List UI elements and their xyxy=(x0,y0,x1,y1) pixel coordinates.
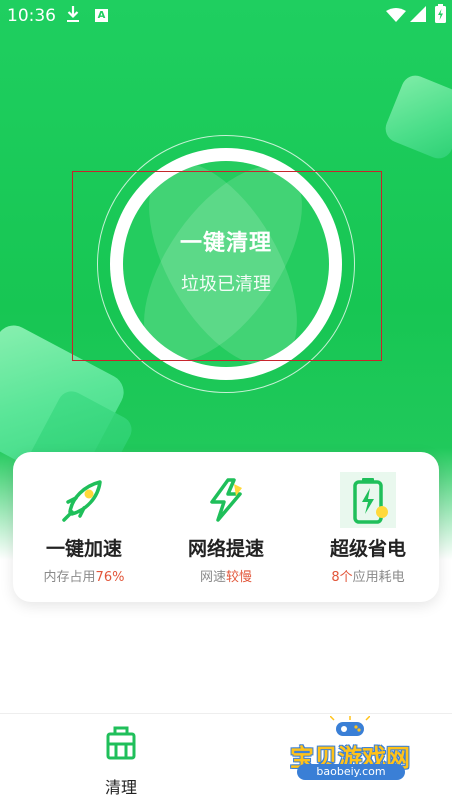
gamepad-icon xyxy=(330,716,370,736)
wifi-icon xyxy=(386,8,406,22)
feature-desc: 8个应用耗电 xyxy=(331,570,405,585)
download-icon xyxy=(67,6,79,22)
watermark-url: baobeiy.com xyxy=(297,764,405,780)
battery-charging-icon xyxy=(435,4,446,23)
feature-desc: 内存占用76% xyxy=(43,570,125,585)
battery-icon xyxy=(340,472,396,528)
annotation-highlight-box xyxy=(72,171,382,361)
feature-desc: 网速较慢 xyxy=(199,570,253,585)
feature-power-save[interactable]: 超级省电 8个应用耗电 xyxy=(297,452,439,602)
feature-name: 一键加速 xyxy=(45,538,122,560)
feature-network-boost[interactable]: 网络提速 网速较慢 xyxy=(155,452,297,602)
signal-icon xyxy=(410,6,426,22)
feature-card: 一键加速 内存占用76% 网络提速 网速较慢 超级省电 8个应用耗电 xyxy=(13,452,439,602)
status-time: 10:36 xyxy=(7,6,56,26)
rocket-icon xyxy=(62,480,102,522)
site-watermark: 宝贝游戏网 baobeiy.com xyxy=(275,716,425,788)
feature-name: 超级省电 xyxy=(329,538,406,560)
lightning-icon xyxy=(210,478,242,522)
cleaner-bucket-icon xyxy=(106,726,136,760)
feature-name: 网络提速 xyxy=(187,538,264,560)
decor-cube-right xyxy=(381,71,452,163)
feature-speed-up[interactable]: 一键加速 内存占用76% xyxy=(13,452,155,602)
a-notification-icon: A xyxy=(95,9,108,22)
tab-clean[interactable]: 清理 xyxy=(90,726,152,797)
status-bar: 10:36 A xyxy=(0,0,452,32)
tab-label: 清理 xyxy=(104,778,137,797)
